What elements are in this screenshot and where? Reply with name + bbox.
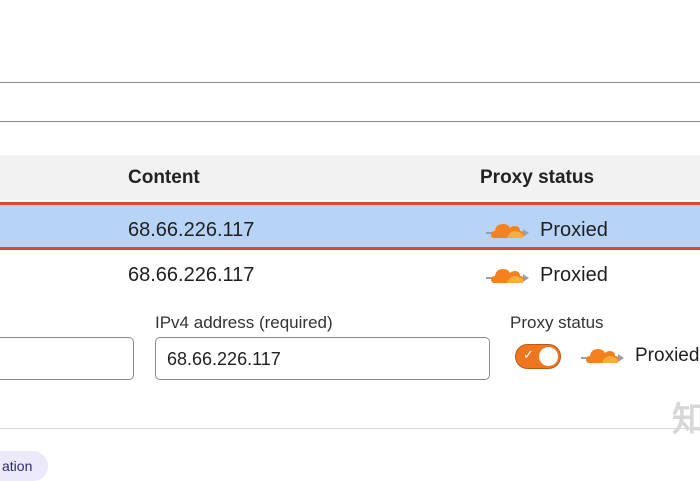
ipv4-address-field[interactable]: 68.66.226.117 xyxy=(155,337,490,380)
tag-chip-label: ation xyxy=(2,458,33,474)
proxy-status-text: Proxied xyxy=(540,219,608,241)
proxy-status-value: Proxied xyxy=(635,345,700,366)
watermark: 知 xyxy=(672,401,700,439)
orange-cloud-icon xyxy=(485,268,529,284)
table-row[interactable]: 68.66.226.117 Proxied xyxy=(0,252,700,300)
column-header-content: Content xyxy=(128,167,200,188)
table-row[interactable]: 68.66.226.117 Proxied xyxy=(0,202,700,250)
record-content: 68.66.226.117 xyxy=(128,219,255,241)
name-field[interactable] xyxy=(0,337,134,380)
ipv4-field-label: IPv4 address (required) xyxy=(155,313,333,332)
tag-chip[interactable]: ation xyxy=(0,451,48,481)
search-input[interactable] xyxy=(0,82,700,122)
divider xyxy=(0,428,700,429)
record-content: 68.66.226.117 xyxy=(128,264,255,286)
table-header: Content Proxy status xyxy=(0,155,700,200)
proxy-status-label: Proxy status xyxy=(510,313,604,332)
toggle-knob xyxy=(539,347,558,366)
check-icon: ✓ xyxy=(523,347,534,362)
column-header-proxy-status: Proxy status xyxy=(480,167,595,188)
orange-cloud-icon xyxy=(580,348,624,364)
ipv4-field-value: 68.66.226.117 xyxy=(167,349,281,369)
proxy-status-toggle[interactable]: ✓ xyxy=(515,344,561,369)
proxy-status-text: Proxied xyxy=(540,264,608,286)
orange-cloud-icon xyxy=(485,223,529,239)
